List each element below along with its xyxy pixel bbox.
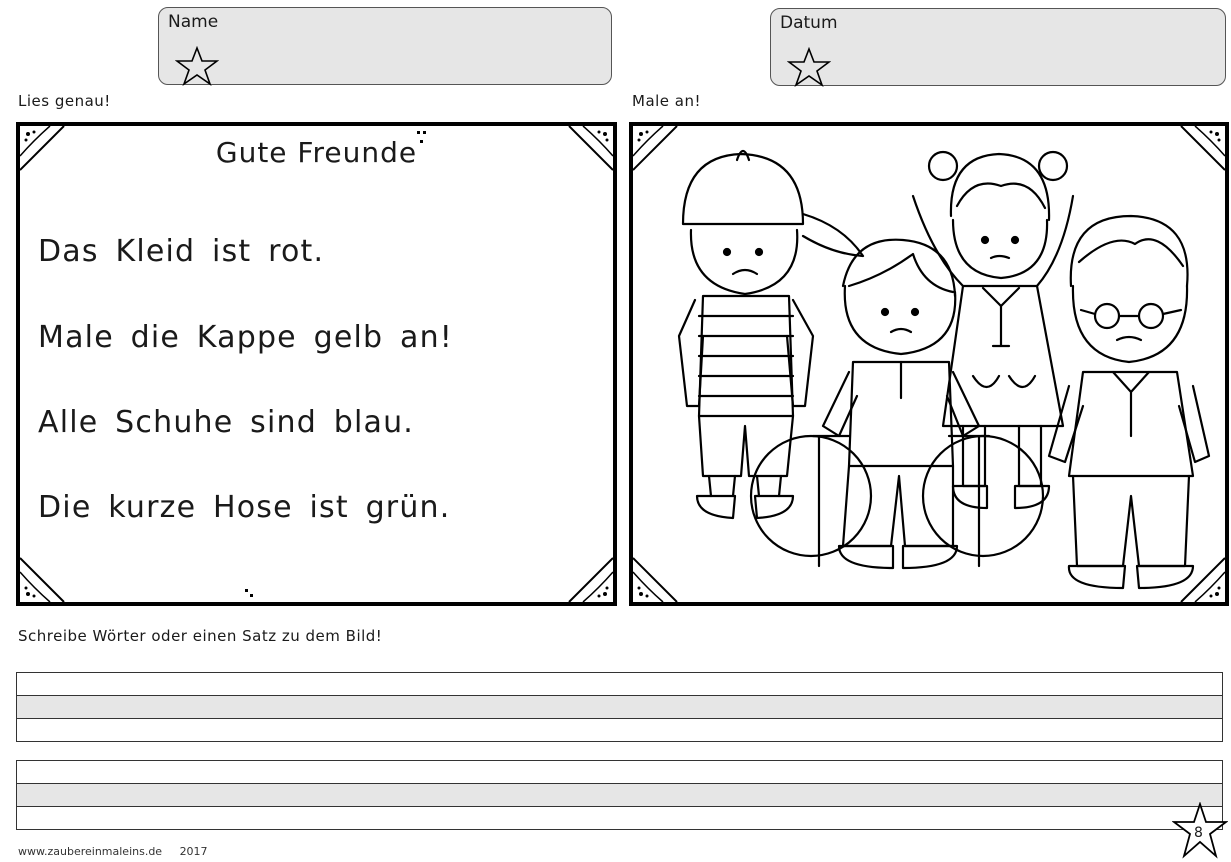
sentence-1: Das Kleid ist rot. [38,234,325,269]
boy-in-wheelchair [749,238,1045,570]
reading-card: Gute Freunde Das Kleid ist rot. Male die… [16,122,617,606]
sentence-3: Alle Schuhe sind blau. [38,405,415,440]
writing-line-2[interactable] [16,760,1223,830]
corner-ornament-icon [568,557,613,602]
star-icon [787,47,831,87]
coloring-illustration [677,149,1211,590]
color-instruction: Male an! [632,92,702,110]
card-title: Gute Freunde [215,136,418,169]
sentence-4: Die kurze Hose ist grün. [38,490,451,525]
date-label: Datum [780,13,838,33]
footer-credit: www.zaubereinmaleins.de 2017 [18,845,208,858]
writing-line-midband [17,783,1222,807]
dots-decoration [245,589,253,597]
page-number: 8 [1194,825,1203,841]
name-field[interactable]: Name [158,7,612,86]
writing-line-midband [17,695,1222,719]
star-icon [175,46,219,86]
coloring-card [629,122,1229,606]
sentence-2: Male die Kappe gelb an! [38,320,454,355]
read-instruction: Lies genau! [18,92,111,110]
boy-with-glasses [1047,214,1211,590]
name-label: Name [168,12,219,32]
corner-ornament-icon [20,557,65,602]
date-field[interactable]: Datum [770,8,1226,87]
write-instruction: Schreibe Wörter oder einen Satz zu dem B… [18,627,383,645]
writing-line-1[interactable] [16,672,1223,742]
boy-with-cap [677,149,865,520]
footer-website: www.zaubereinmaleins.de [18,845,163,858]
footer-year: 2017 [179,845,208,858]
